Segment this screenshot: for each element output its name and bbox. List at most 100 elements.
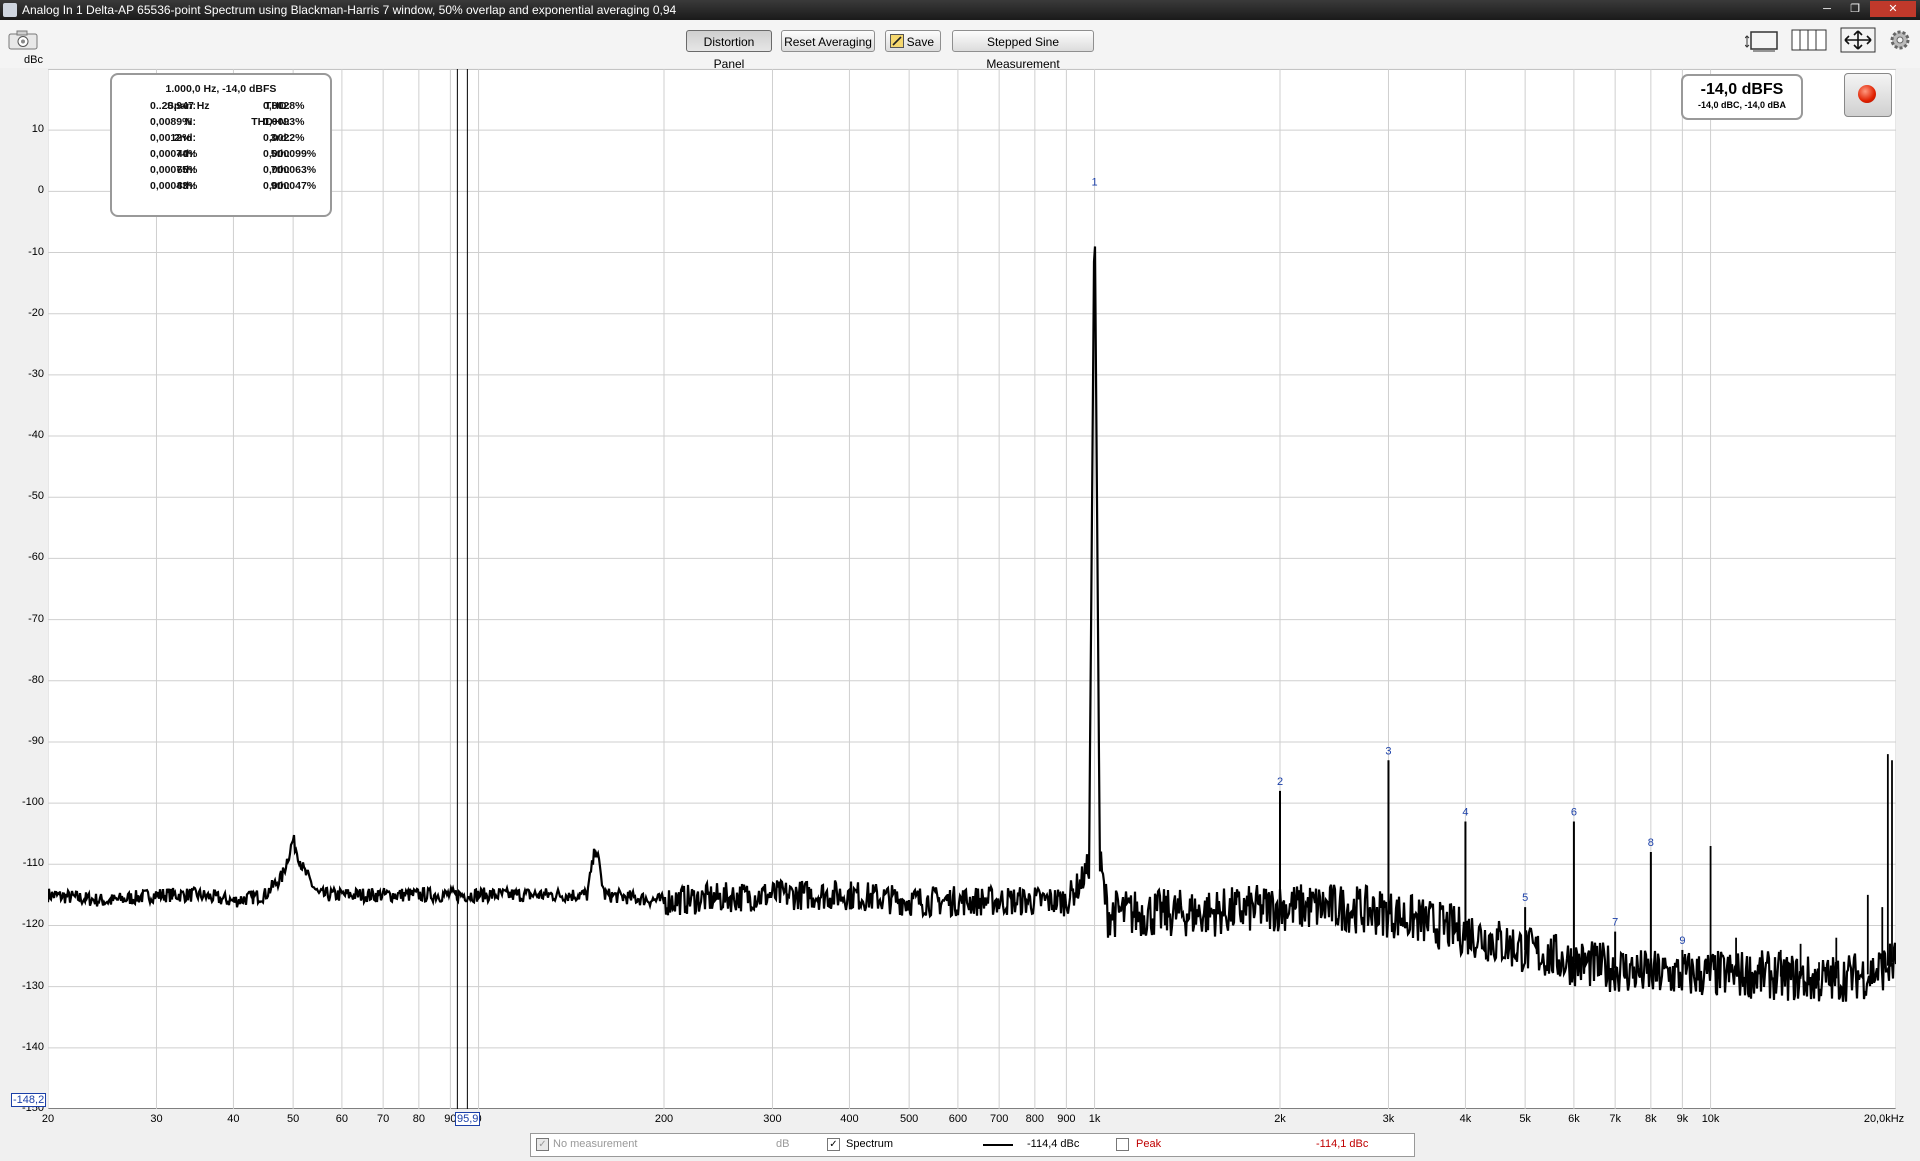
peak-checkbox[interactable] [1116, 1138, 1129, 1151]
maximize-icon[interactable]: ❐ [1842, 1, 1868, 17]
plot-background [48, 69, 1896, 1109]
zoom-fit-icon[interactable] [1840, 27, 1876, 53]
y-tick-label: -10 [28, 245, 44, 258]
distortion-value: 0,000099% [263, 148, 317, 160]
y-tick-label: -120 [21, 918, 44, 931]
y-tick-label: -60 [28, 551, 44, 564]
harmonic-label: 1 [1092, 176, 1098, 188]
no-measurement-checkbox[interactable]: ✓ [536, 1138, 549, 1151]
camera-icon[interactable] [8, 30, 38, 50]
x-tick-label: 600 [948, 1113, 968, 1125]
y-tick-label: -40 [28, 429, 44, 442]
x-tick-label: 900 [1057, 1113, 1076, 1125]
spectrum-checkbox[interactable]: ✓ [827, 1138, 840, 1151]
x-tick-label: 7k [1609, 1113, 1621, 1125]
y-tick-label: -80 [28, 673, 44, 686]
x-tick-label: 700 [989, 1113, 1009, 1125]
x-tick-label: 60 [335, 1113, 349, 1125]
toolbar: Distortion Panel Reset Averaging Save St… [0, 20, 1920, 71]
spectrum-value: -114,4 dBc [1027, 1138, 1080, 1150]
peak-label: Peak [1136, 1138, 1162, 1150]
x-tick-label: 9k [1676, 1113, 1689, 1125]
x-tick-label: 6k [1568, 1113, 1580, 1125]
harmonic-label: 7 [1612, 917, 1618, 929]
level-main: -14,0 dBFS [1700, 81, 1784, 98]
distortion-value: 0,00043% [150, 180, 198, 192]
harmonic-label: 8 [1648, 837, 1654, 849]
legend-bar: ✓ No measurement dB ✓ Spectrum -114,4 dB… [530, 1133, 1415, 1157]
x-cursor-readout[interactable]: 95,9 [455, 1112, 481, 1126]
record-icon [1858, 85, 1876, 103]
db-label: dB [776, 1138, 790, 1150]
distortion-panel: 1.000,0 Hz, -14,0 dBFS Span: 0..20.947 Hz… [110, 73, 332, 217]
close-icon[interactable]: ✕ [1870, 1, 1916, 17]
no-measurement-label: No measurement [553, 1138, 638, 1150]
y-tick-label: -20 [28, 306, 44, 319]
x-tick-label: 70 [377, 1113, 390, 1125]
distortion-row: 2nd: 0,0012% 3rd: 0,0022% [112, 132, 330, 148]
distortion-row: N: 0,0089% THD+N: 0,0093% [112, 116, 330, 132]
spectrum-plot[interactable]: 1 2 3 4 5 6 7 8 9 [48, 69, 1896, 1109]
x-tick-label: 10k [1701, 1113, 1720, 1125]
y-tick-label: -30 [28, 367, 44, 380]
distortion-value: 0,00074% [150, 148, 198, 160]
spectrum-label: Spectrum [846, 1138, 894, 1150]
x-tick-label: 1k [1088, 1113, 1101, 1125]
distortion-value: 0,00075% [150, 164, 198, 176]
stepped-sine-button[interactable]: Stepped Sine Measurement [952, 30, 1094, 71]
distortion-value: 0,0093% [263, 116, 305, 128]
y-tick-label: -130 [21, 979, 44, 992]
gear-icon[interactable] [1888, 27, 1912, 53]
distortion-value: 0,000063% [263, 164, 317, 176]
title-bar: Analog In 1 Delta-AP 65536-point Spectru… [0, 0, 1920, 20]
y-tick-label: -70 [28, 612, 44, 625]
minimize-icon[interactable]: ─ [1814, 1, 1840, 17]
y-tick-label: -50 [28, 490, 44, 503]
harmonic-label: 5 [1522, 892, 1528, 904]
x-tick-label: 200 [654, 1113, 674, 1125]
x-tick-label: 2k [1274, 1113, 1286, 1125]
x-tick-label: 800 [1025, 1113, 1045, 1125]
harmonic-label: 9 [1679, 935, 1685, 947]
x-tick-label: 8k [1645, 1113, 1657, 1125]
x-tick-label: 40 [227, 1113, 240, 1125]
y-tick-label: 10 [31, 123, 44, 136]
spectrum-swatch [983, 1144, 1013, 1146]
reset-averaging-button[interactable]: Reset Averaging [781, 30, 875, 52]
graph-layout-icon[interactable] [1745, 27, 1779, 53]
save-label: Save [906, 35, 934, 49]
y-tick-label: -100 [21, 796, 44, 809]
harmonic-label: 2 [1277, 776, 1283, 788]
distortion-row: 8th: 0,00043% 9th: 0,000047% [112, 180, 330, 196]
distortion-value: 0,0089% [150, 116, 192, 128]
x-tick-label: 30 [150, 1113, 163, 1125]
peak-value: -114,1 dBc [1316, 1138, 1369, 1150]
distortion-row: Span: 0..20.947 Hz THD: 0,0028% [112, 100, 330, 116]
distortion-row: 6th: 0,00075% 7th: 0,000063% [112, 164, 330, 180]
columns-icon[interactable] [1791, 27, 1827, 53]
x-tick-label: 50 [287, 1113, 300, 1125]
y-tick-label: -90 [28, 734, 44, 747]
y-cursor-readout[interactable]: -148,2 [11, 1093, 47, 1107]
app-icon [3, 3, 17, 17]
save-button[interactable]: Save [885, 30, 941, 52]
harmonic-label: 6 [1571, 806, 1577, 818]
save-icon [890, 34, 904, 48]
distortion-value: 0,0012% [150, 132, 192, 144]
x-tick-label: 300 [763, 1113, 782, 1125]
harmonic-label: 4 [1462, 806, 1468, 818]
y-tick-label: -140 [21, 1040, 44, 1053]
distortion-panel-button[interactable]: Distortion Panel [686, 30, 772, 71]
record-button[interactable] [1844, 73, 1892, 117]
x-tick-label: 3k [1382, 1113, 1395, 1125]
distortion-value: 0..20.947 Hz [150, 100, 210, 112]
distortion-row: 4th: 0,00074% 5th: 0,000099% [112, 148, 330, 164]
x-tick-label: 5k [1519, 1113, 1531, 1125]
level-readout: -14,0 dBFS -14,0 dBC, -14,0 dBA [1681, 74, 1803, 120]
x-tick-label: 80 [412, 1113, 425, 1125]
harmonic-label: 3 [1385, 745, 1391, 757]
distortion-value: 0,000047% [263, 180, 317, 192]
level-sub: -14,0 dBC, -14,0 dBA [1697, 100, 1787, 110]
distortion-value: 0,0022% [263, 132, 305, 144]
y-tick-label: -110 [22, 857, 44, 870]
